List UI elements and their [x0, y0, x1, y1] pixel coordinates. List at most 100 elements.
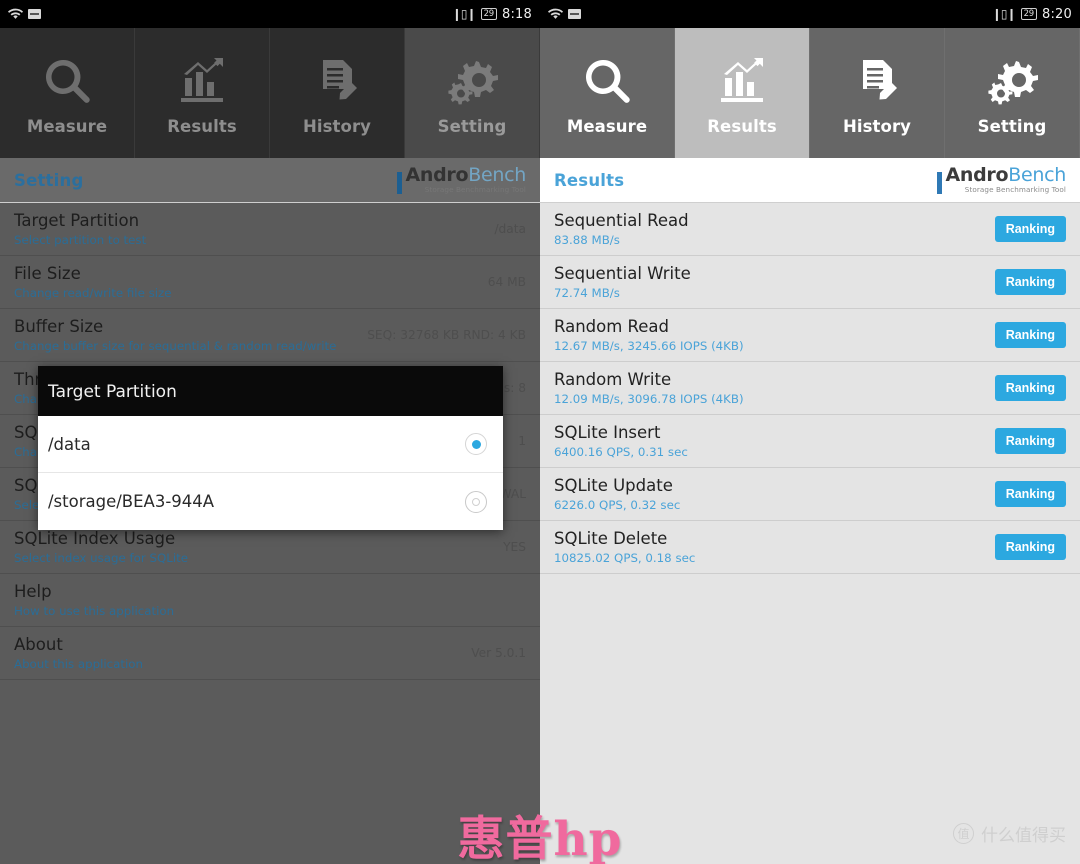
radio-button-unselected[interactable] [465, 490, 487, 513]
result-title: Sequential Write [554, 264, 691, 283]
tab-setting[interactable]: Setting [945, 28, 1080, 158]
tab-label: History [302, 116, 372, 136]
bar-chart-icon [176, 51, 228, 113]
result-value: 6400.16 QPS, 0.31 sec [554, 445, 688, 459]
tab-label: Measure [566, 116, 648, 136]
result-row-sequential-write[interactable]: Sequential Write 72.74 MB/s Ranking [540, 256, 1080, 309]
tab-label: Measure [26, 116, 108, 136]
logo-text-andro: Andro [405, 164, 469, 187]
tab-setting[interactable]: Setting [405, 28, 540, 158]
result-title: Random Read [554, 317, 670, 336]
right-status-bar: ❙▯❙ 29 8:20 [540, 0, 1080, 28]
result-title: SQLite Insert [554, 423, 661, 442]
left-tab-bar: Measure Results History Setting [0, 28, 540, 158]
ranking-button[interactable]: Ranking [994, 216, 1066, 242]
page-title: Results [554, 170, 625, 190]
bar-chart-icon [716, 51, 768, 113]
tab-measure[interactable]: Measure [540, 28, 675, 158]
result-row-sqlite-insert[interactable]: SQLite Insert 6400.16 QPS, 0.31 sec Rank… [540, 415, 1080, 468]
setting-subtitle: How to use this application [14, 604, 175, 618]
logo-accent-bar [397, 171, 403, 194]
setting-title: Buffer Size [14, 317, 104, 336]
ranking-button[interactable]: Ranking [994, 534, 1066, 560]
clock-time: 8:18 [502, 6, 532, 22]
tab-history[interactable]: History [270, 28, 405, 158]
setting-row-target-partition[interactable]: Target Partition Select partition to tes… [0, 203, 540, 256]
setting-title: SQLite Index Usage [14, 529, 176, 548]
dialog-option-data[interactable]: /data [38, 416, 503, 473]
logo-text-bench: Bench [1008, 164, 1066, 187]
vibrate-icon: ❙▯❙ [991, 7, 1017, 21]
setting-row-help[interactable]: Help How to use this application [0, 574, 540, 627]
logo-accent-bar [937, 171, 943, 194]
androbench-logo: AndroBench Storage Benchmarking Tool [937, 164, 1066, 195]
left-status-bar: ❙▯❙ 29 8:18 [0, 0, 540, 28]
page-title: Setting [14, 170, 84, 190]
ranking-button[interactable]: Ranking [994, 481, 1066, 507]
setting-subtitle: Change buffer size for sequential & rand… [14, 339, 337, 353]
target-partition-dialog: Target Partition /data /storage/BEA3-944… [38, 366, 503, 530]
result-value: 72.74 MB/s [554, 286, 620, 300]
magnifier-icon [581, 51, 633, 113]
ranking-button[interactable]: Ranking [994, 428, 1066, 454]
result-title: Random Write [554, 370, 672, 389]
right-pane-results: ❙▯❙ 29 8:20 Measure Results History Sett… [540, 0, 1080, 864]
right-app-header: Results AndroBench Storage Benchmarking … [540, 158, 1080, 203]
logo-text-andro: Andro [945, 164, 1009, 187]
result-title: SQLite Delete [554, 529, 668, 548]
tab-history[interactable]: History [810, 28, 945, 158]
result-title: SQLite Update [554, 476, 673, 495]
setting-title: Help [14, 582, 52, 601]
result-value: 12.67 MB/s, 3245.66 IOPS (4KB) [554, 339, 744, 353]
result-row-sqlite-update[interactable]: SQLite Update 6226.0 QPS, 0.32 sec Ranki… [540, 468, 1080, 521]
setting-title: File Size [14, 264, 81, 283]
dialog-option-storage[interactable]: /storage/BEA3-944A [38, 473, 503, 530]
setting-row-buffer-size[interactable]: Buffer Size Change buffer size for seque… [0, 309, 540, 362]
document-pencil-icon [851, 51, 903, 113]
gears-icon [446, 51, 498, 113]
setting-value: /data [494, 222, 526, 236]
logo-tagline: Storage Benchmarking Tool [964, 185, 1066, 195]
setting-value: 1 [518, 434, 526, 448]
setting-row-about[interactable]: About About this application Ver 5.0.1 [0, 627, 540, 680]
result-row-sequential-read[interactable]: Sequential Read 83.88 MB/s Ranking [540, 203, 1080, 256]
setting-value: Ver 5.0.1 [471, 646, 526, 660]
ranking-button[interactable]: Ranking [994, 375, 1066, 401]
sim-card-icon [568, 9, 581, 19]
right-tab-bar: Measure Results History Setting [540, 28, 1080, 158]
setting-value: 64 MB [487, 275, 526, 289]
tab-results[interactable]: Results [135, 28, 270, 158]
ranking-button[interactable]: Ranking [994, 322, 1066, 348]
setting-title: Target Partition [14, 211, 140, 230]
result-value: 6226.0 QPS, 0.32 sec [554, 498, 681, 512]
tab-measure[interactable]: Measure [0, 28, 135, 158]
setting-title: About [14, 635, 63, 654]
tab-label: Setting [977, 116, 1047, 136]
result-value: 12.09 MB/s, 3096.78 IOPS (4KB) [554, 392, 744, 406]
logo-text-bench: Bench [468, 164, 526, 187]
result-row-random-read[interactable]: Random Read 12.67 MB/s, 3245.66 IOPS (4K… [540, 309, 1080, 362]
magnifier-icon [41, 51, 93, 113]
tab-results[interactable]: Results [675, 28, 810, 158]
results-list: Sequential Read 83.88 MB/s Ranking Seque… [540, 203, 1080, 864]
sim-card-icon [28, 9, 41, 19]
dialog-option-label: /storage/BEA3-944A [48, 492, 215, 511]
setting-subtitle: About this application [14, 657, 143, 671]
androbench-logo: AndroBench Storage Benchmarking Tool [397, 164, 526, 195]
setting-row-file-size[interactable]: File Size Change read/write file size 64… [0, 256, 540, 309]
result-row-sqlite-delete[interactable]: SQLite Delete 10825.02 QPS, 0.18 sec Ran… [540, 521, 1080, 574]
logo-tagline: Storage Benchmarking Tool [424, 185, 526, 195]
battery-indicator: 29 [1020, 8, 1037, 20]
radio-button-selected[interactable] [465, 433, 487, 455]
result-row-random-write[interactable]: Random Write 12.09 MB/s, 3096.78 IOPS (4… [540, 362, 1080, 415]
setting-value: SEQ: 32768 KB RND: 4 KB [367, 328, 526, 342]
ranking-button[interactable]: Ranking [994, 269, 1066, 295]
setting-subtitle: Select index usage for SQLite [14, 551, 188, 565]
tab-label: Results [167, 116, 237, 136]
tab-label: History [842, 116, 912, 136]
wifi-icon [8, 8, 23, 20]
settings-list: Target Partition Select partition to tes… [0, 203, 540, 864]
wifi-icon [548, 8, 563, 20]
dual-screenshot: ❙▯❙ 29 8:18 Measure Results History Sett… [0, 0, 1080, 864]
battery-indicator: 29 [480, 8, 497, 20]
